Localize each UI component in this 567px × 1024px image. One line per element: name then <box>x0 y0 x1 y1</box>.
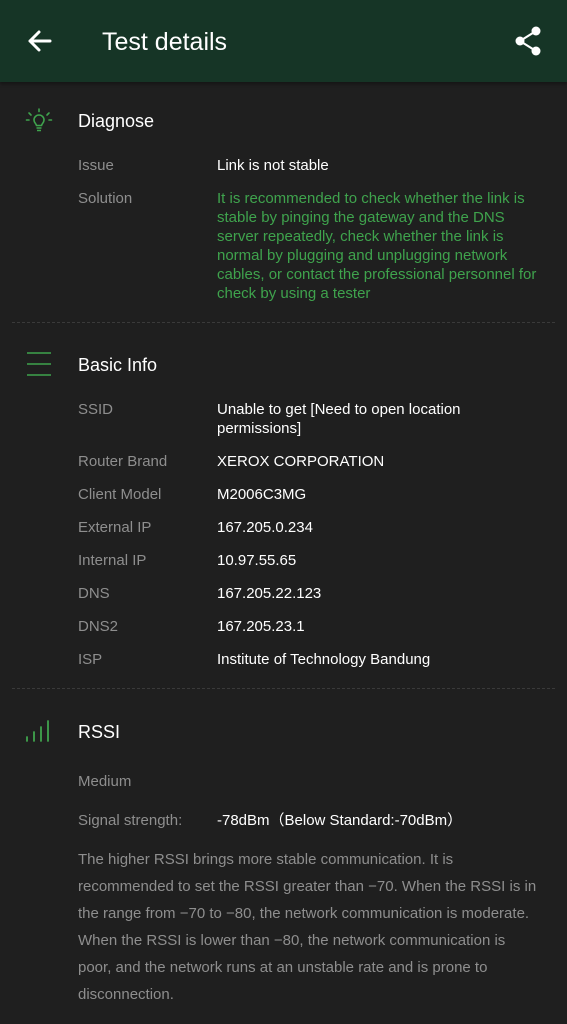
diagnose-title: Diagnose <box>78 111 155 131</box>
isp-value: Institute of Technology Bandung <box>217 651 431 668</box>
page-title: Test details <box>102 28 228 56</box>
lightbulb-icon <box>24 106 54 136</box>
external-ip-value: 167.205.0.234 <box>217 519 313 536</box>
rssi-level: Medium <box>78 773 132 790</box>
back-button[interactable] <box>22 26 56 56</box>
signal-bars-icon <box>24 717 54 747</box>
dns-label: DNS <box>78 585 110 602</box>
basic-info-title: Basic Info <box>78 355 158 375</box>
internal-ip-label: Internal IP <box>78 552 147 569</box>
dns2-value: 167.205.23.1 <box>217 618 305 635</box>
solution-value: It is recommended to check whether the l… <box>217 190 537 302</box>
app-bar: Test details <box>0 0 567 82</box>
divider <box>12 322 555 323</box>
signal-strength-value: -78dBm（Below Standard:-70dBm） <box>217 812 463 829</box>
client-model-label: Client Model <box>78 486 162 503</box>
arrow-left-icon <box>28 30 52 52</box>
dns-value: 167.205.22.123 <box>217 585 322 602</box>
ssid-label: SSID <box>78 401 114 418</box>
internal-ip-value: 10.97.55.65 <box>217 552 297 569</box>
divider <box>12 688 555 689</box>
client-model-value: M2006C3MG <box>217 486 307 503</box>
ssid-value: Unable to get [Need to open location per… <box>217 401 461 437</box>
menu-lines-icon <box>24 349 54 379</box>
solution-label: Solution <box>78 190 133 207</box>
share-icon <box>515 26 541 56</box>
router-brand-label: Router Brand <box>78 453 168 470</box>
external-ip-label: External IP <box>78 519 152 536</box>
signal-strength-label: Signal strength: <box>78 812 183 829</box>
isp-label: ISP <box>78 651 103 668</box>
dns2-label: DNS2 <box>78 618 119 635</box>
router-brand-value: XEROX CORPORATION <box>217 453 385 470</box>
rssi-note: The higher RSSI brings more stable commu… <box>78 851 537 1003</box>
issue-label: Issue <box>78 157 114 174</box>
issue-value: Link is not stable <box>217 157 329 174</box>
share-button[interactable] <box>511 24 545 58</box>
rssi-title: RSSI <box>78 722 121 742</box>
